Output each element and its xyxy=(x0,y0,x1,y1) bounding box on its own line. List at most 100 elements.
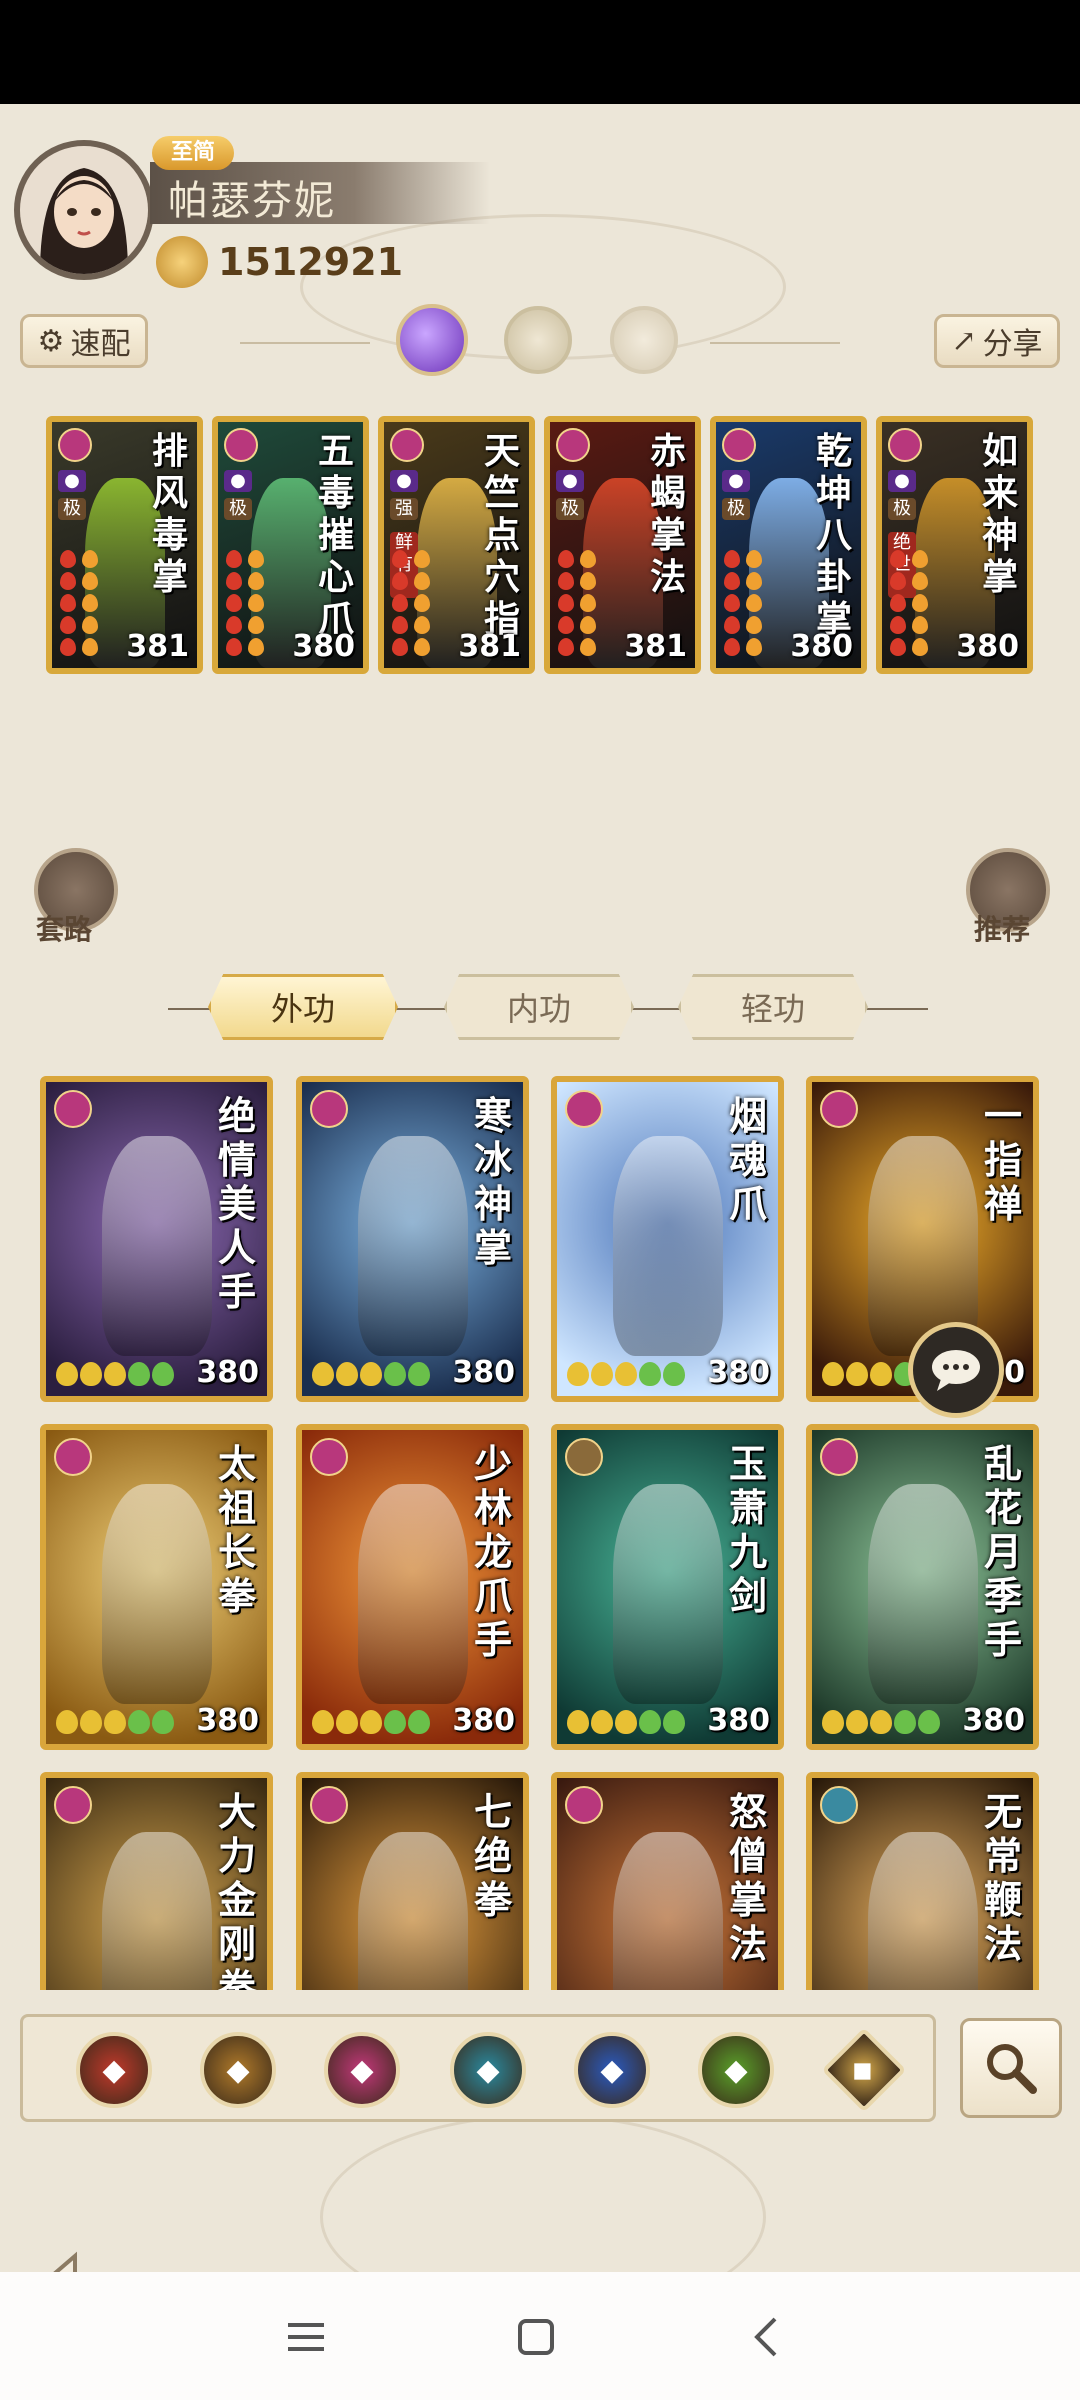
status-bar xyxy=(0,0,1080,104)
gem-icon xyxy=(912,572,928,590)
gem-icon xyxy=(392,572,408,590)
skill-card[interactable]: 七绝拳380 xyxy=(296,1772,529,1990)
equipped-skill-card[interactable]: ● 极 赤蝎掌法 381 xyxy=(544,416,701,674)
gem-icon xyxy=(80,1362,102,1386)
gem-icon xyxy=(392,638,408,656)
skill-level: 380 xyxy=(292,629,355,664)
skill-card[interactable]: 怒僧掌法380 xyxy=(551,1772,784,1990)
gem-icon xyxy=(312,1362,334,1386)
gem-icon xyxy=(580,572,596,590)
skill-title: 寒冰神掌 xyxy=(473,1093,512,1270)
equipped-skill-card[interactable]: ●强鲜有天竺点穴指381 xyxy=(378,416,535,674)
skill-card[interactable]: 少林龙爪手 380 xyxy=(296,1424,529,1750)
skill-level: 381 xyxy=(624,629,687,664)
character-art xyxy=(867,1832,978,1990)
skill-title: 怒僧掌法 xyxy=(728,1789,767,1966)
moon-grade-icon: ● xyxy=(224,470,252,492)
skill-level: 380 xyxy=(956,629,1019,664)
gem-icon xyxy=(60,616,76,634)
sword-icon: ◆ xyxy=(102,2052,126,2088)
gem-icon xyxy=(918,1710,940,1734)
skill-title: 绝情美人手 xyxy=(217,1093,256,1314)
skill-title: 五毒摧心爪 xyxy=(317,430,354,640)
skill-title: 如来神掌 xyxy=(981,430,1018,598)
gem-icon xyxy=(82,594,98,612)
mountain-icon: ◆ xyxy=(843,2049,885,2091)
gem-icon xyxy=(591,1710,613,1734)
share-icon: ↗ xyxy=(951,323,977,359)
gem-icon xyxy=(890,616,906,634)
skill-card[interactable]: 玉萧九剑 380 xyxy=(551,1424,784,1750)
tab-external[interactable]: 外功 xyxy=(208,974,398,1040)
character-art xyxy=(612,1484,723,1704)
leg-filter-button[interactable]: ◆ xyxy=(698,2032,774,2108)
skill-card[interactable]: 无常鞭法380 xyxy=(806,1772,1039,1990)
skill-level: 380 xyxy=(790,629,853,664)
palm-filter-button[interactable]: ◆ xyxy=(450,2032,526,2108)
gem-column xyxy=(580,550,596,656)
gem-icon xyxy=(870,1362,892,1386)
skill-card[interactable]: 太祖长拳 380 xyxy=(40,1424,273,1750)
yin-yang-filter-button[interactable]: ◆ xyxy=(574,2032,650,2108)
tab-internal[interactable]: 内功 xyxy=(444,974,634,1040)
gem-icon xyxy=(384,1710,406,1734)
menu-nav-button[interactable] xyxy=(266,2302,346,2372)
equipped-skill-card[interactable]: ● 极 排风毒掌 381 xyxy=(46,416,203,674)
skill-title: 一指禅 xyxy=(983,1093,1022,1226)
gem-icon xyxy=(414,616,430,634)
preset-orb-1[interactable] xyxy=(396,304,468,376)
equipped-skill-card[interactable]: ● 极 乾坤八卦掌 380 xyxy=(710,416,867,674)
character-art xyxy=(612,1136,723,1356)
equipped-skill-card[interactable]: ● 极 五毒摧心爪 380 xyxy=(212,416,369,674)
gem-icon xyxy=(558,550,574,568)
gem-column xyxy=(414,550,430,656)
back-arrow-icon[interactable] xyxy=(30,2236,140,2272)
gem-icon xyxy=(615,1362,637,1386)
gem-icon xyxy=(615,1710,637,1734)
gem-icon xyxy=(56,1710,78,1734)
gem-icon xyxy=(60,550,76,568)
skill-grid: 绝情美人手 380 寒冰神掌 380 烟魂爪 380 一指禅 380 太祖长拳 380 少林龙爪手 3… xyxy=(0,1070,1080,1990)
school-emblem-icon xyxy=(54,1438,92,1476)
sword-filter-button[interactable]: ◆ xyxy=(76,2032,152,2108)
character-art xyxy=(612,1832,723,1990)
player-avatar[interactable] xyxy=(14,140,154,280)
character-art xyxy=(357,1832,468,1990)
back-nav-button[interactable] xyxy=(726,2302,806,2372)
gem-icon xyxy=(56,1362,78,1386)
skill-card[interactable]: 寒冰神掌 380 xyxy=(296,1076,529,1402)
share-button[interactable]: ↗ 分享 xyxy=(934,314,1060,368)
fist-filter-button[interactable]: ◆ xyxy=(324,2032,400,2108)
gem-column xyxy=(912,550,928,656)
quick-match-button[interactable]: ⚙ 速配 xyxy=(20,314,148,368)
skill-title: 赤蝎掌法 xyxy=(649,430,686,598)
school-emblem-icon xyxy=(224,428,258,462)
home-nav-button[interactable] xyxy=(496,2302,576,2372)
tab-lightness[interactable]: 轻功 xyxy=(678,974,868,1040)
grade-tag: 强 xyxy=(390,498,418,520)
equipped-skill-card[interactable]: ●极绝世如来神掌380 xyxy=(876,416,1033,674)
gem-icon xyxy=(724,638,740,656)
blade-filter-button[interactable]: ◆ xyxy=(200,2032,276,2108)
school-emblem-icon xyxy=(820,1438,858,1476)
moon-grade-icon: ● xyxy=(888,470,916,492)
preset-orb-2[interactable] xyxy=(504,306,572,374)
gem-icon xyxy=(846,1362,868,1386)
gem-icon xyxy=(558,572,574,590)
gem-icon xyxy=(312,1710,334,1734)
preset-orb-3[interactable] xyxy=(610,306,678,374)
skill-card[interactable]: 绝情美人手 380 xyxy=(40,1076,273,1402)
skill-title: 太祖长拳 xyxy=(217,1441,256,1618)
moon-grade-icon: ● xyxy=(390,470,418,492)
skill-card[interactable]: 乱花月季手 380 xyxy=(806,1424,1039,1750)
search-button[interactable] xyxy=(960,2018,1062,2118)
routine-label: 套路 xyxy=(36,913,93,946)
school-emblem-icon xyxy=(820,1786,858,1824)
gem-icon xyxy=(746,594,762,612)
gem-icon xyxy=(580,594,596,612)
gem-icon xyxy=(890,550,906,568)
skill-card[interactable]: 大力金刚拳380 xyxy=(40,1772,273,1990)
chat-button[interactable] xyxy=(908,1322,1004,1418)
skill-card[interactable]: 烟魂爪 380 xyxy=(551,1076,784,1402)
character-art xyxy=(357,1136,468,1356)
